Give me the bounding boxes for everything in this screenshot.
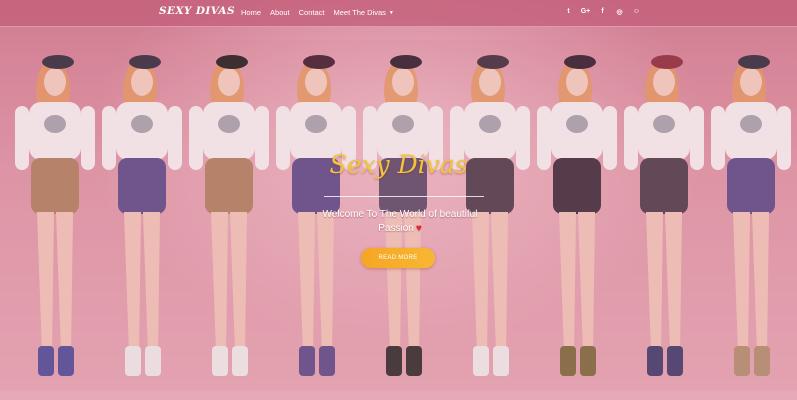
brand-logo[interactable]: SEXY DIVAS (159, 5, 235, 17)
facebook-icon[interactable]: f (598, 7, 607, 16)
hero-title-underline (324, 196, 484, 197)
twitter-icon[interactable]: t (564, 7, 573, 16)
navbar: SEXY DIVAS Home About Contact Meet The D… (0, 0, 797, 27)
read-more-button[interactable]: READ MORE (361, 248, 435, 268)
nav-meet-the-divas-label: Meet The Divas (333, 8, 386, 17)
google-plus-icon[interactable]: G+ (581, 7, 591, 16)
nav-meet-the-divas-link[interactable]: Meet The Divas ▼ (333, 8, 393, 17)
nav-links: Home About Contact Meet The Divas ▼ (241, 8, 394, 17)
instagram-icon[interactable]: ◎ (615, 7, 624, 16)
hero-subtitle: Welcome To The World of beautiful Passio… (300, 208, 500, 236)
heart-icon: ♥ (415, 223, 422, 234)
hero-title: Sexy Divas (329, 150, 468, 179)
snapchat-icon[interactable]: ☺ (632, 7, 641, 16)
nav-about-link[interactable]: About (270, 8, 290, 17)
nav-contact-link[interactable]: Contact (299, 8, 325, 17)
social-links: t G+ f ◎ ☺ (564, 7, 641, 16)
nav-home-link[interactable]: Home (241, 8, 261, 17)
hero-subtitle-text: Welcome To The World of beautiful Passio… (322, 209, 478, 234)
chevron-down-icon: ▼ (388, 10, 394, 16)
